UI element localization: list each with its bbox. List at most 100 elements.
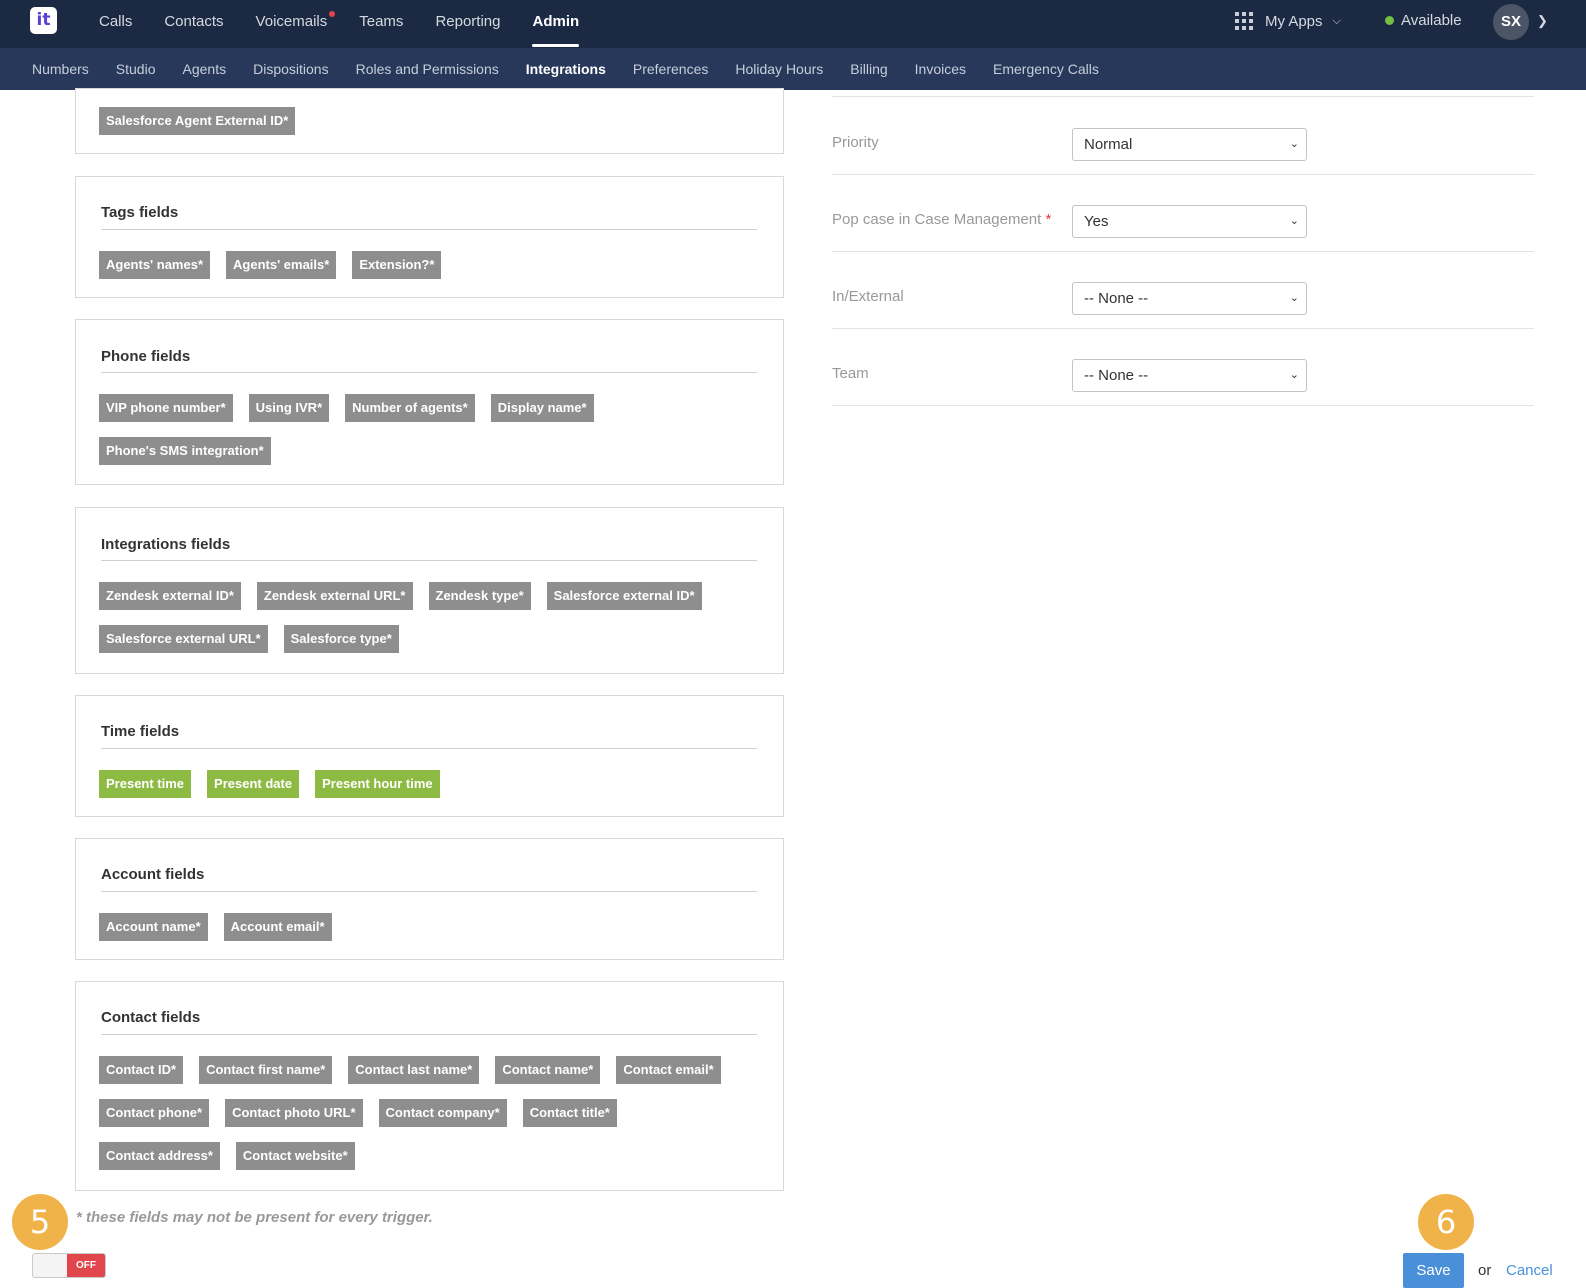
status-dot-icon: [1385, 16, 1394, 25]
divider: [101, 372, 757, 373]
field-tag[interactable]: Salesforce external ID*: [546, 582, 702, 610]
field-tag[interactable]: Contact company*: [378, 1099, 507, 1127]
agent-fields-panel: Salesforce Agent External ID*: [75, 88, 784, 154]
subnav-roles-and-permissions[interactable]: Roles and Permissions: [356, 48, 499, 90]
save-button[interactable]: Save: [1403, 1253, 1464, 1288]
main-nav: Calls Contacts Voicemails Teams Reportin…: [99, 0, 611, 48]
nav-calls[interactable]: Calls: [99, 0, 132, 48]
field-tag[interactable]: VIP phone number*: [99, 394, 233, 422]
field-tag[interactable]: Zendesk external ID*: [99, 582, 241, 610]
field-tag[interactable]: Extension?*: [352, 251, 442, 279]
chevron-down-icon: ⌄: [1289, 215, 1299, 227]
field-tag[interactable]: Salesforce Agent External ID*: [99, 107, 296, 135]
field-tag[interactable]: Present hour time: [315, 770, 440, 798]
phone-field-tags: VIP phone number* Using IVR* Number of a…: [99, 394, 769, 480]
nav-voicemails-label: Voicemails: [255, 13, 328, 30]
subnav-holiday-hours[interactable]: Holiday Hours: [735, 48, 823, 90]
field-tag[interactable]: Zendesk type*: [428, 582, 531, 610]
divider: [101, 891, 757, 892]
top-navigation-bar: it Calls Contacts Voicemails Teams Repor…: [0, 0, 1586, 48]
team-select[interactable]: -- None -- ⌄: [1072, 359, 1307, 392]
subnav-integrations[interactable]: Integrations: [526, 48, 606, 90]
nav-contacts[interactable]: Contacts: [164, 0, 223, 48]
step-badge-5: 5: [12, 1194, 68, 1250]
account-field-tags: Account name* Account email*: [99, 913, 769, 956]
nav-voicemails[interactable]: Voicemails: [255, 0, 336, 48]
field-tag[interactable]: Contact first name*: [199, 1056, 333, 1084]
time-field-tags: Present time Present date Present hour t…: [99, 770, 769, 813]
in-external-value: -- None --: [1084, 290, 1149, 307]
field-tag[interactable]: Salesforce type*: [283, 625, 399, 653]
field-tag[interactable]: Contact address*: [99, 1142, 220, 1170]
nav-teams[interactable]: Teams: [359, 0, 403, 48]
field-tag[interactable]: Contact last name*: [348, 1056, 480, 1084]
in-external-row: In/External -- None -- ⌄: [832, 252, 1534, 329]
subnav-invoices[interactable]: Invoices: [915, 48, 966, 90]
status-label: Available: [1401, 12, 1462, 29]
subnav-studio[interactable]: Studio: [116, 48, 156, 90]
subnav-emergency-calls[interactable]: Emergency Calls: [993, 48, 1099, 90]
field-tag[interactable]: Salesforce external URL*: [99, 625, 268, 653]
availability-status[interactable]: Available: [1385, 12, 1462, 29]
field-tag[interactable]: Contact title*: [522, 1099, 617, 1127]
field-tag[interactable]: Zendesk external URL*: [256, 582, 413, 610]
field-tag[interactable]: Present time: [99, 770, 192, 798]
priority-label: Priority: [832, 134, 879, 151]
subnav-billing[interactable]: Billing: [850, 48, 887, 90]
field-tag[interactable]: Agents' emails*: [226, 251, 337, 279]
divider: [101, 560, 757, 561]
panel-title: Time fields: [101, 723, 180, 740]
chevron-down-icon: ⌄: [1289, 369, 1299, 381]
account-fields-panel: Account fields Account name* Account ema…: [75, 838, 784, 960]
field-tag[interactable]: Account name*: [99, 913, 208, 941]
pop-case-value: Yes: [1084, 213, 1109, 230]
apps-grid-icon: [1235, 12, 1253, 30]
divider: [101, 229, 757, 230]
app-logo[interactable]: it: [30, 7, 57, 34]
pop-case-label-text: Pop case in Case Management: [832, 211, 1042, 228]
divider: [101, 748, 757, 749]
panel-title: Account fields: [101, 866, 205, 883]
pop-case-select[interactable]: Yes ⌄: [1072, 205, 1307, 238]
phone-fields-panel: Phone fields VIP phone number* Using IVR…: [75, 319, 784, 485]
my-apps-label: My Apps: [1265, 12, 1323, 30]
priority-select[interactable]: Normal ⌄: [1072, 128, 1307, 161]
chevron-down-icon: ⌵: [1332, 14, 1341, 27]
subnav-dispositions[interactable]: Dispositions: [253, 48, 328, 90]
field-tag[interactable]: Phone's SMS integration*: [99, 437, 271, 465]
in-external-select[interactable]: -- None -- ⌄: [1072, 282, 1307, 315]
enable-toggle[interactable]: OFF: [32, 1253, 106, 1278]
nav-admin[interactable]: Admin: [532, 0, 579, 48]
admin-subnav-bar: Numbers Studio Agents Dispositions Roles…: [0, 48, 1586, 90]
tags-fields-panel: Tags fields Agents' names* Agents' email…: [75, 176, 784, 298]
avatar[interactable]: SX: [1493, 4, 1529, 40]
integrations-field-tags: Zendesk external ID* Zendesk external UR…: [99, 582, 769, 668]
nav-reporting[interactable]: Reporting: [435, 0, 500, 48]
notification-dot: [329, 11, 336, 17]
field-tag[interactable]: Contact phone*: [99, 1099, 210, 1127]
subnav-agents[interactable]: Agents: [183, 48, 227, 90]
field-tag[interactable]: Using IVR*: [248, 394, 330, 422]
panel-title: Integrations fields: [101, 536, 231, 553]
field-tag[interactable]: Contact website*: [235, 1142, 355, 1170]
field-tag[interactable]: Present date: [207, 770, 300, 798]
chevron-down-icon[interactable]: ❯: [1537, 13, 1548, 29]
toggle-state-label: OFF: [67, 1254, 105, 1277]
subnav-numbers[interactable]: Numbers: [32, 48, 89, 90]
or-text: or: [1478, 1262, 1492, 1279]
field-tag[interactable]: Agents' names*: [99, 251, 211, 279]
subnav-preferences[interactable]: Preferences: [633, 48, 708, 90]
field-tag[interactable]: Account email*: [223, 913, 332, 941]
team-label: Team: [832, 365, 869, 382]
field-tag[interactable]: Contact ID*: [99, 1056, 184, 1084]
field-tag[interactable]: Display name*: [490, 394, 594, 422]
pop-case-label: Pop case in Case Management *: [832, 211, 1051, 228]
field-tag[interactable]: Number of agents*: [345, 394, 475, 422]
cancel-link[interactable]: Cancel: [1506, 1262, 1553, 1279]
field-tag[interactable]: Contact name*: [495, 1056, 601, 1084]
priority-value: Normal: [1084, 136, 1133, 153]
my-apps-menu[interactable]: My Apps ⌵: [1235, 12, 1341, 30]
admin-subnav: Numbers Studio Agents Dispositions Roles…: [32, 48, 1126, 90]
field-tag[interactable]: Contact email*: [616, 1056, 721, 1084]
field-tag[interactable]: Contact photo URL*: [225, 1099, 363, 1127]
